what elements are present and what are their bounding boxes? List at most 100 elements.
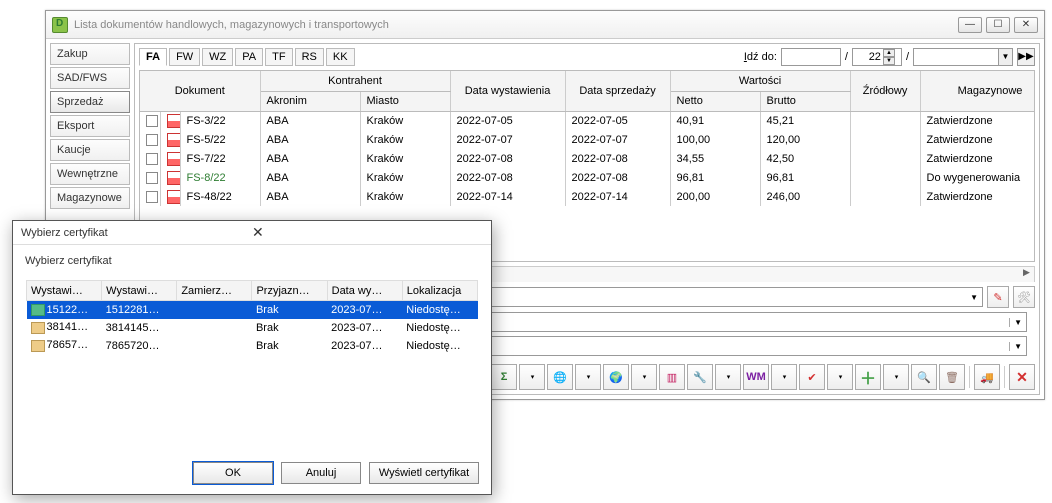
tools-menu-button[interactable] — [715, 364, 741, 390]
tab-tf[interactable]: TF — [265, 48, 292, 66]
close-window-button[interactable]: ✕ — [1014, 17, 1038, 33]
row-checkbox[interactable] — [146, 134, 158, 146]
close-panel-button[interactable]: ✕ — [1009, 364, 1035, 390]
cell-data-wyst: 2022-07-07 — [450, 130, 565, 149]
goto-year-spinner[interactable]: ▲▼ — [852, 48, 902, 66]
cell-zrodlowy — [850, 111, 920, 130]
maximize-button[interactable]: ☐ — [986, 17, 1010, 33]
sidebar-item-wewnętrzne[interactable]: Wewnętrzne — [50, 163, 130, 185]
certificate-dialog: Wybierz certyfikat ✕ Wybierz certyfikat … — [12, 220, 492, 495]
tab-fa[interactable]: FA — [139, 48, 167, 66]
cell-doc: FS-7/22 — [180, 149, 260, 168]
wm-button[interactable]: WM — [743, 364, 769, 390]
table-row[interactable]: FS-3/22ABAKraków2022-07-052022-07-0540,9… — [140, 111, 1035, 130]
sum-menu-button[interactable] — [519, 364, 545, 390]
cell-netto: 34,55 — [670, 149, 760, 168]
cell-doc: FS-3/22 — [180, 111, 260, 130]
goto-next-button[interactable]: ▶▶ — [1017, 48, 1035, 66]
spin-down-icon[interactable]: ▼ — [883, 57, 895, 65]
col-akronim[interactable]: Akronim — [260, 91, 360, 111]
cell-akronim: ABA — [260, 130, 360, 149]
filter-edit-button[interactable]: ✎ — [987, 286, 1009, 308]
add-button[interactable]: ＋ — [855, 364, 881, 390]
cell-data-wyst: 2022-07-08 — [450, 168, 565, 187]
sum-button[interactable]: Σ — [491, 364, 517, 390]
col-wartosci[interactable]: Wartości — [670, 71, 850, 91]
table-row[interactable]: FS-48/22ABAKraków2022-07-142022-07-14200… — [140, 187, 1035, 206]
wm-icon: WM — [746, 371, 766, 383]
sidebar-item-sad/fws[interactable]: SAD/FWS — [50, 67, 130, 89]
book-button[interactable]: ▥ — [659, 364, 685, 390]
export-button[interactable]: 🌐 — [547, 364, 573, 390]
document-icon — [167, 190, 181, 204]
check-menu-button[interactable] — [827, 364, 853, 390]
goto-series-combo[interactable]: ▼ — [913, 48, 1013, 66]
sigma-icon: Σ — [501, 371, 508, 383]
import-menu-button[interactable] — [631, 364, 657, 390]
cell-netto: 96,81 — [670, 168, 760, 187]
cert-col[interactable]: Data wy… — [327, 281, 402, 301]
minimize-button[interactable]: — — [958, 17, 982, 33]
row-checkbox[interactable] — [146, 191, 158, 203]
sidebar-item-eksport[interactable]: Eksport — [50, 115, 130, 137]
certificate-row[interactable]: 78657…7865720…Brak2023-07…Niedostę… — [27, 337, 478, 355]
goto-year-value[interactable] — [853, 51, 883, 63]
filter-tools-button[interactable]: 🛠 — [1013, 286, 1035, 308]
import-button[interactable]: 🌍 — [603, 364, 629, 390]
search-button[interactable]: 🔍 — [911, 364, 937, 390]
add-menu-button[interactable] — [883, 364, 909, 390]
tab-kk[interactable]: KK — [326, 48, 355, 66]
col-magazynowe[interactable]: Magazynowe — [920, 71, 1035, 111]
col-miasto[interactable]: Miasto — [360, 91, 450, 111]
scroll-right-icon[interactable]: ▶ — [1019, 267, 1035, 282]
dialog-buttons: OK Anuluj Wyświetl certyfikat — [193, 462, 479, 484]
cell-zrodlowy — [850, 168, 920, 187]
goto-number-input[interactable] — [781, 48, 841, 66]
col-brutto[interactable]: Brutto — [760, 91, 850, 111]
cert-col[interactable]: Wystawi… — [27, 281, 102, 301]
certificate-row[interactable]: 15122…1512281…Brak2023-07…Niedostę… — [27, 301, 478, 319]
tab-wz[interactable]: WZ — [202, 48, 233, 66]
table-row[interactable]: FS-5/22ABAKraków2022-07-072022-07-07100,… — [140, 130, 1035, 149]
table-row[interactable]: FS-8/22ABAKraków2022-07-082022-07-0896,8… — [140, 168, 1035, 187]
col-data-wyst[interactable]: Data wystawienia — [450, 71, 565, 111]
row-checkbox[interactable] — [146, 153, 158, 165]
tab-rs[interactable]: RS — [295, 48, 324, 66]
show-certificate-button[interactable]: Wyświetl certyfikat — [369, 462, 479, 484]
col-kontrahent[interactable]: Kontrahent — [260, 71, 450, 91]
cert-col[interactable]: Wystawi… — [102, 281, 177, 301]
cert-col[interactable]: Lokalizacja — [402, 281, 477, 301]
transport-button[interactable]: 🚚 — [974, 364, 1000, 390]
cert-col[interactable]: Przyjazn… — [252, 281, 327, 301]
sidebar-item-sprzedaż[interactable]: Sprzedaż — [50, 91, 130, 113]
cert-col[interactable]: Zamierz… — [177, 281, 252, 301]
col-dokument[interactable]: Dokument — [140, 71, 260, 111]
delete-button[interactable]: 🗑 — [939, 364, 965, 390]
col-zrodlowy[interactable]: Źródłowy — [850, 71, 920, 111]
check-button[interactable]: ✔ — [799, 364, 825, 390]
row-checkbox[interactable] — [146, 172, 158, 184]
cell-doc: FS-8/22 — [180, 168, 260, 187]
spin-up-icon[interactable]: ▲ — [883, 49, 895, 57]
certificates-table[interactable]: Wystawi…Wystawi…Zamierz…Przyjazn…Data wy… — [26, 280, 478, 355]
tools-button[interactable]: 🔧 — [687, 364, 713, 390]
certificate-row[interactable]: 38141…3814145…Brak2023-07…Niedostę… — [27, 319, 478, 337]
tab-fw[interactable]: FW — [169, 48, 200, 66]
row-checkbox[interactable] — [146, 115, 158, 127]
cell-akronim: ABA — [260, 111, 360, 130]
cell-data-sprz: 2022-07-14 — [565, 187, 670, 206]
sidebar-item-magazynowe[interactable]: Magazynowe — [50, 187, 130, 209]
export-menu-button[interactable] — [575, 364, 601, 390]
table-row[interactable]: FS-7/22ABAKraków2022-07-082022-07-0834,5… — [140, 149, 1035, 168]
tab-pa[interactable]: PA — [235, 48, 263, 66]
sidebar-item-kaucje[interactable]: Kaucje — [50, 139, 130, 161]
dialog-close-button[interactable]: ✕ — [252, 224, 483, 241]
cancel-button[interactable]: Anuluj — [281, 462, 361, 484]
cell-data-wyst: 2022-07-14 — [450, 187, 565, 206]
ok-button[interactable]: OK — [193, 462, 273, 484]
col-netto[interactable]: Netto — [670, 91, 760, 111]
sidebar-item-zakup[interactable]: Zakup — [50, 43, 130, 65]
col-data-sprz[interactable]: Data sprzedaży — [565, 71, 670, 111]
wm-menu-button[interactable] — [771, 364, 797, 390]
app-icon — [52, 17, 68, 33]
